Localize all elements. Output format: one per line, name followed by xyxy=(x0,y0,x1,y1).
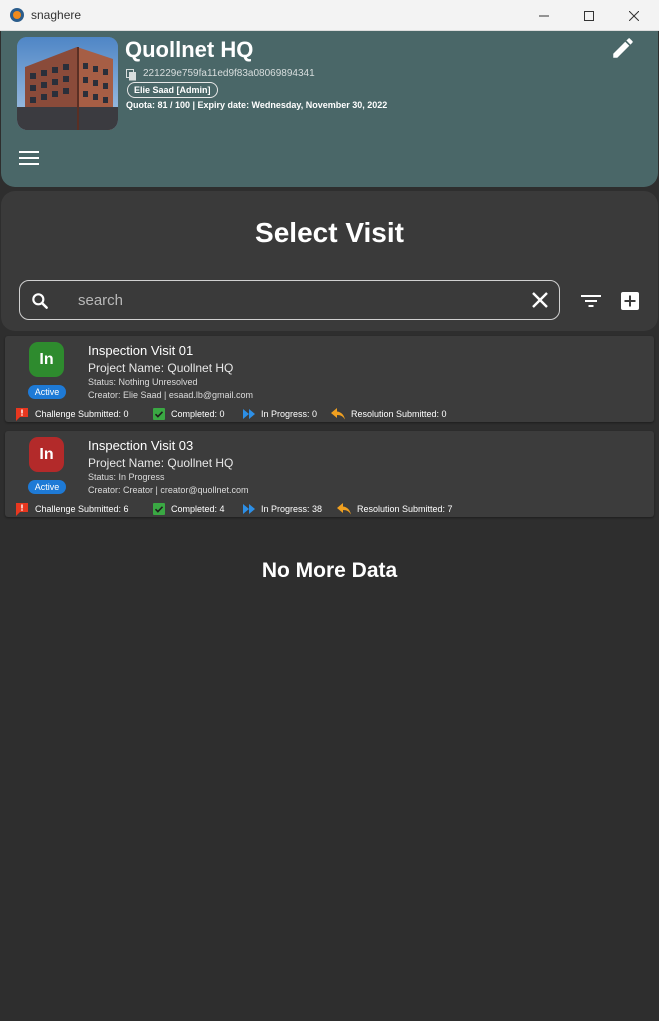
project-id: 221229e759fa11ed9f83a08069894341 xyxy=(143,68,315,79)
user-role-chip: Elie Saad [Admin] xyxy=(127,82,218,98)
stat-in-progress: In Progress: 38 xyxy=(243,502,322,516)
completed-check-icon xyxy=(153,408,165,420)
stat-resolution: Resolution Submitted: 0 xyxy=(331,407,447,421)
stat-in-progress-label: In Progress: 0 xyxy=(261,409,318,419)
app-logo-icon xyxy=(10,8,24,22)
reply-icon xyxy=(331,408,345,420)
stat-completed-label: Completed: 4 xyxy=(171,504,225,514)
status-badge: Active xyxy=(28,385,66,399)
no-more-data-label: No More Data xyxy=(261,559,398,582)
close-button[interactable] xyxy=(611,0,657,31)
stat-in-progress: In Progress: 0 xyxy=(243,407,317,421)
stat-challenge-label: Challenge Submitted: 6 xyxy=(35,504,129,514)
menu-icon xyxy=(17,151,41,165)
quota-info: Quota: 81 / 100 | Expiry date: Wednesday… xyxy=(126,100,388,110)
select-visit-panel: Select Visit xyxy=(1,191,658,331)
window-titlebar: snaghere xyxy=(0,0,659,31)
app-title: snaghere xyxy=(31,8,82,22)
visit-name: Inspection Visit 03 xyxy=(88,438,194,453)
project-header: Quollnet HQ 221229e759fa11ed9f83a0806989… xyxy=(1,31,658,187)
page-title: Select Visit xyxy=(255,217,404,248)
close-icon xyxy=(629,10,639,21)
stat-completed-label: Completed: 0 xyxy=(171,409,225,419)
visit-card[interactable]: In Active Inspection Visit 01 Project Na… xyxy=(5,336,654,422)
visit-project-name: Project Name: Quollnet HQ xyxy=(88,456,234,470)
status-badge: Active xyxy=(28,480,66,494)
stat-in-progress-label: In Progress: 38 xyxy=(261,504,323,514)
fast-forward-icon xyxy=(243,409,255,419)
stat-resolution-label: Resolution Submitted: 0 xyxy=(351,409,447,419)
visit-creator: Creator: Elie Saad | esaad.lb@gmail.com xyxy=(88,390,254,400)
visit-avatar: In xyxy=(29,437,64,472)
filter-icon[interactable] xyxy=(580,292,602,310)
visit-status: Status: Nothing Unresolved xyxy=(88,377,198,387)
add-visit-icon[interactable] xyxy=(620,291,640,311)
search-box xyxy=(19,280,560,320)
edit-project-button[interactable] xyxy=(610,35,636,61)
search-icon xyxy=(32,293,48,309)
reply-icon xyxy=(337,503,351,515)
challenge-flag-icon xyxy=(16,502,28,516)
clear-search-icon[interactable] xyxy=(531,291,549,309)
visit-avatar: In xyxy=(29,342,64,377)
visit-name: Inspection Visit 01 xyxy=(88,343,194,358)
visit-project-name: Project Name: Quollnet HQ xyxy=(88,361,234,375)
copy-icon[interactable] xyxy=(126,68,137,81)
visit-status: Status: In Progress xyxy=(88,472,165,482)
stat-completed: Completed: 4 xyxy=(153,502,225,516)
maximize-icon xyxy=(584,10,594,21)
stat-challenge: Challenge Submitted: 6 xyxy=(15,502,129,516)
visit-card[interactable]: In Active Inspection Visit 03 Project Na… xyxy=(5,431,654,517)
stat-completed: Completed: 0 xyxy=(153,407,225,421)
challenge-flag-icon xyxy=(16,407,28,421)
minimize-icon xyxy=(539,15,549,16)
hamburger-menu-button[interactable] xyxy=(17,147,41,169)
project-title: Quollnet HQ xyxy=(125,37,254,62)
visit-creator: Creator: Creator | creator@quollnet.com xyxy=(88,485,249,495)
minimize-button[interactable] xyxy=(521,0,567,31)
project-image xyxy=(17,37,118,130)
maximize-button[interactable] xyxy=(566,0,612,31)
fast-forward-icon xyxy=(243,504,255,514)
completed-check-icon xyxy=(153,503,165,515)
pencil-icon xyxy=(613,38,633,58)
stat-resolution: Resolution Submitted: 7 xyxy=(337,502,453,516)
stat-challenge: Challenge Submitted: 0 xyxy=(15,407,129,421)
search-input[interactable] xyxy=(78,289,518,311)
stat-resolution-label: Resolution Submitted: 7 xyxy=(357,504,453,514)
stat-challenge-label: Challenge Submitted: 0 xyxy=(35,409,129,419)
